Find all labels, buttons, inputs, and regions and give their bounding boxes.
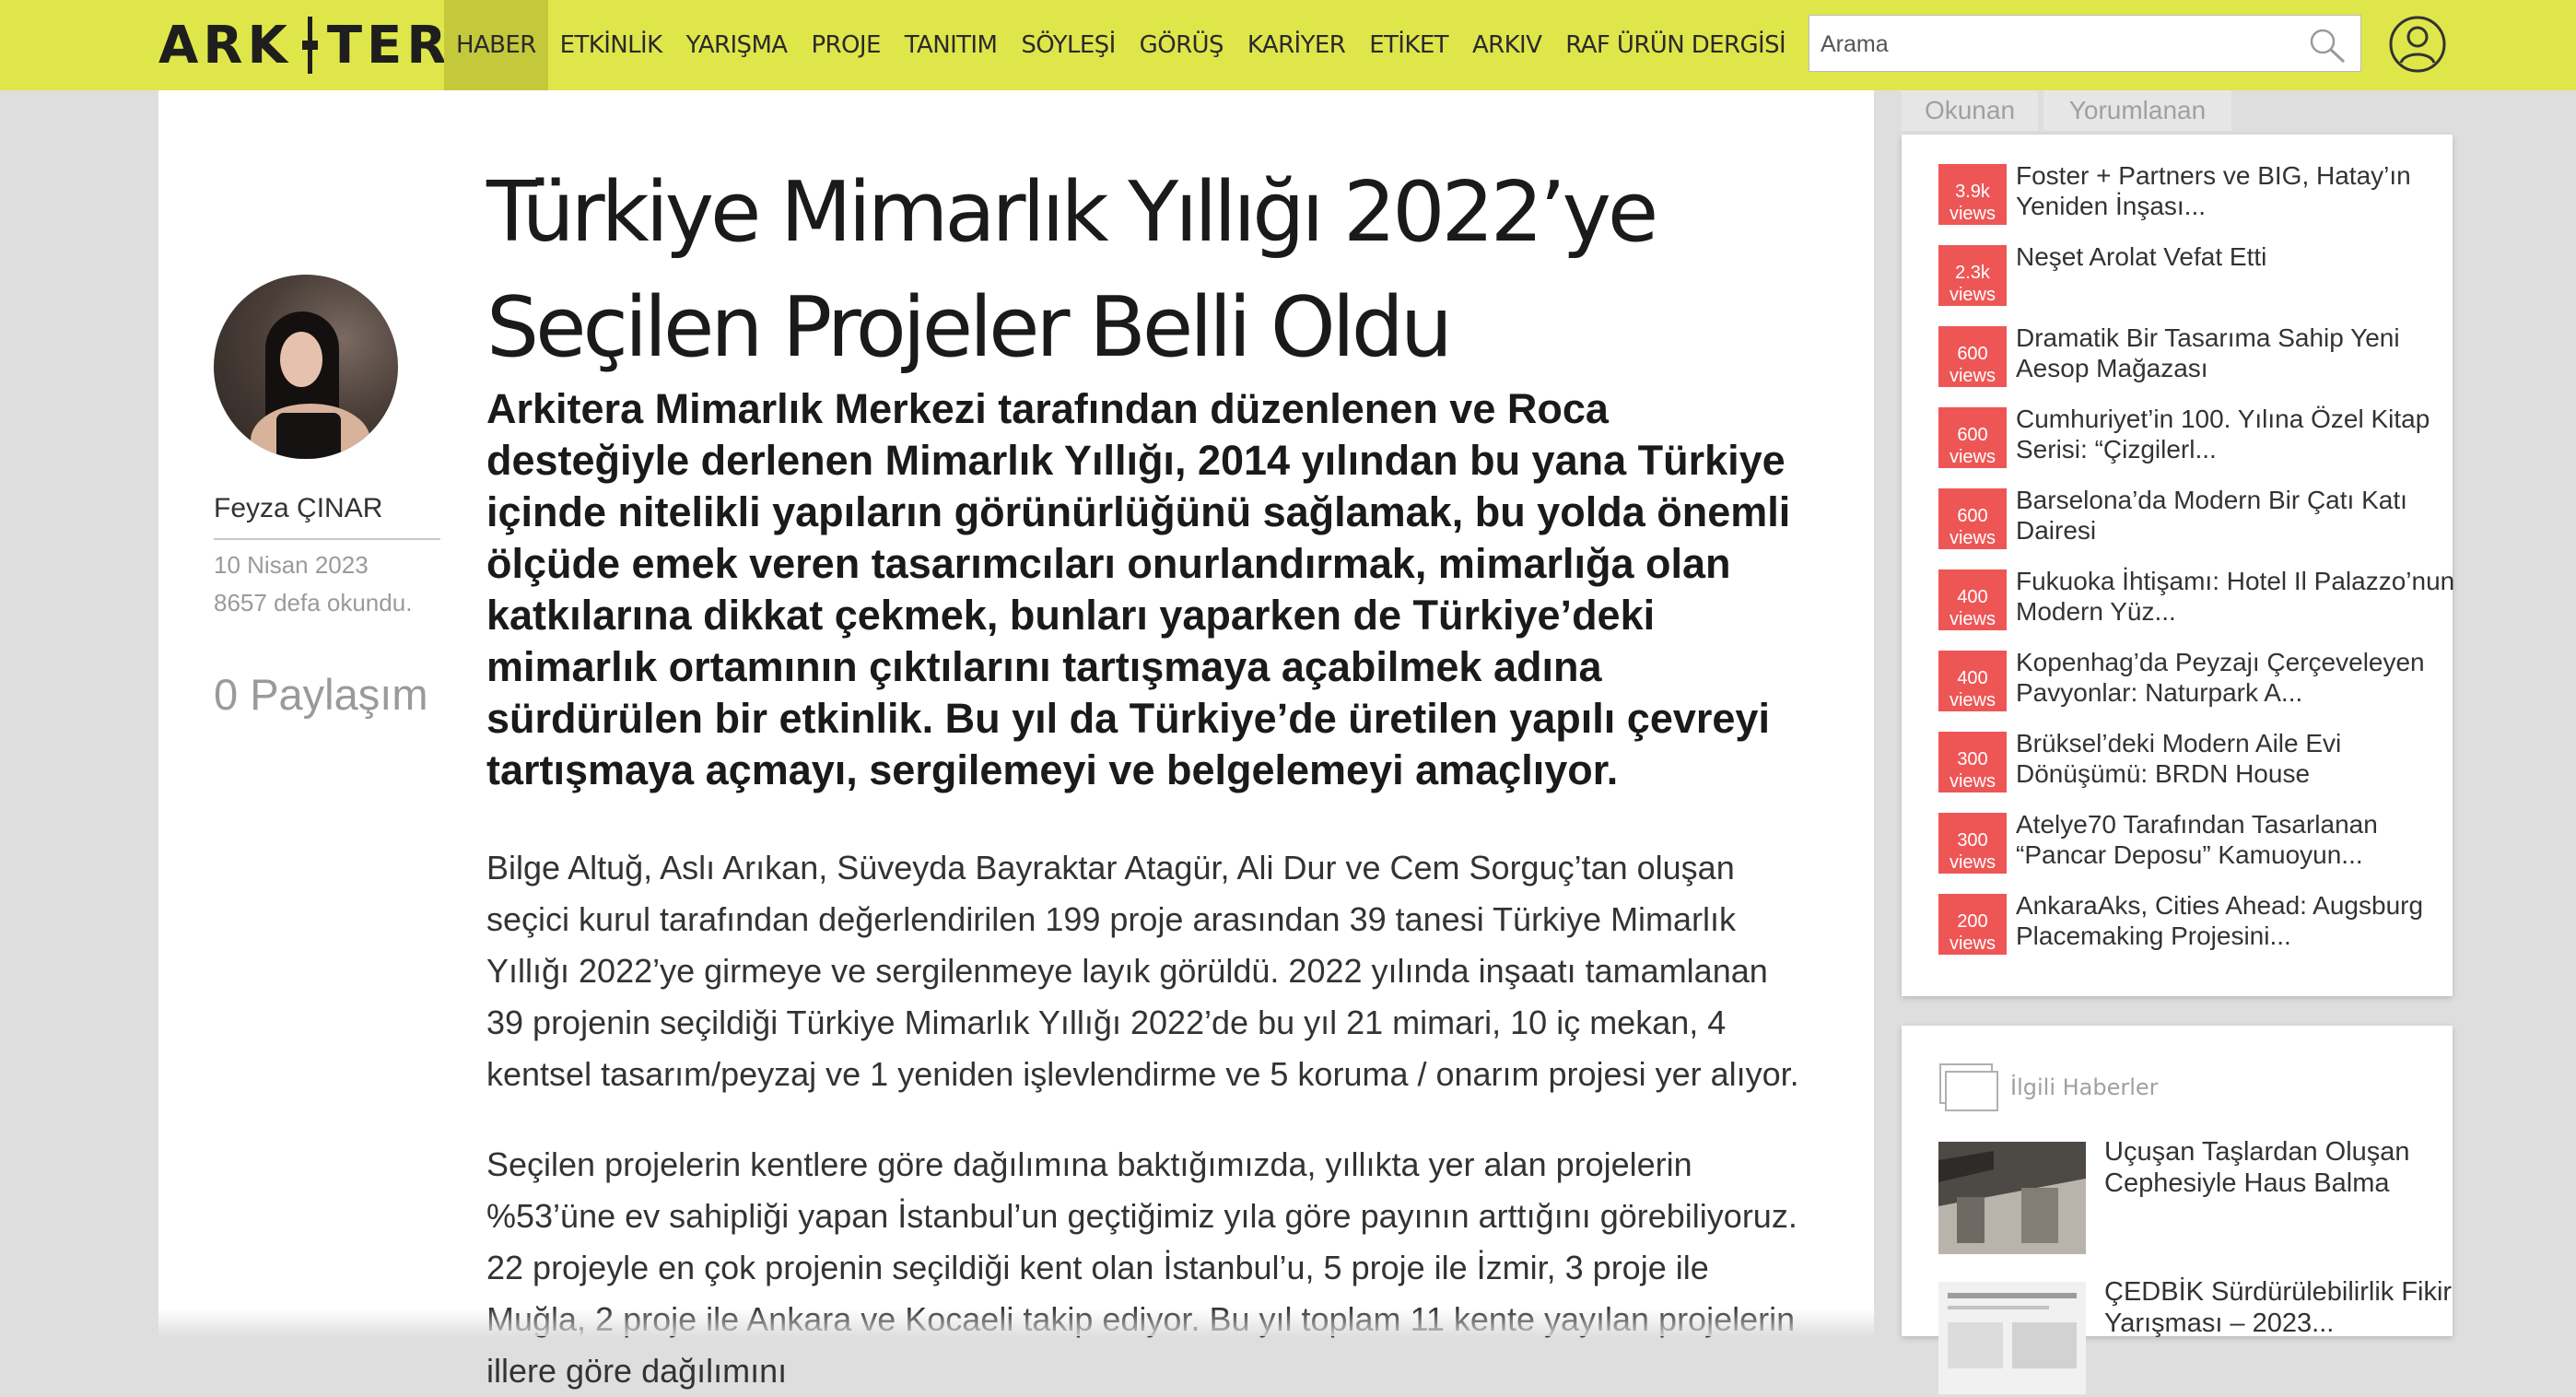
views-badge: 600 views [1938,407,2007,468]
tab-yorumlanan[interactable]: Yorumlanan [2043,90,2231,131]
article-container: Feyza ÇINAR 10 Nisan 2023 8657 defa okun… [158,90,1874,1390]
related-item[interactable]: ÇEDBİK Sürdürülebilirlik Fikir Yarışması… [1938,1277,2454,1394]
popular-item[interactable]: 600 views Dramatik Bir Tasarıma Sahip Yen… [1938,323,2454,387]
popular-item-title: AnkaraAks, Cities Ahead: Augsburg Placem… [2016,891,2424,950]
popular-item[interactable]: 200 views AnkaraAks, Cities Ahead: Augsbu… [1938,891,2454,955]
popular-item-title: Atelye70 Tarafından Tasarlanan “Pancar D… [2016,810,2378,869]
article-lead: Arkitera Mimarlık Merkezi tarafından düz… [486,385,1791,793]
popular-item[interactable]: 600 views Barselona’da Modern Bir Çatı Ka… [1938,486,2454,549]
views-badge: 2.3k views [1938,245,2007,306]
views-badge: 300 views [1938,732,2007,792]
related-item[interactable]: Uçuşan Taşlardan Oluşan Cephesiyle Haus … [1938,1137,2454,1254]
search-icon[interactable] [2307,27,2348,64]
views-badge: 600 views [1938,488,2007,549]
related-thumbnail [1938,1142,2086,1254]
tab-okunan[interactable]: Okunan [1902,90,2038,131]
nav-item-gorus[interactable]: GÖRÜŞ [1128,0,1235,90]
popular-item-title: Brüksel’deki Modern Aile Evi Dönüşümü: B… [2016,729,2342,788]
popular-item[interactable]: 300 views Brüksel’deki Modern Aile Evi Dö… [1938,729,2454,792]
search-box [1809,15,2361,73]
top-navigation-bar: ARK TERA HABER ETKİNLİK YARIŞMA PROJE TA… [0,0,2576,90]
related-news-title: İlgili Haberler [2010,1074,2159,1100]
nav-item-etiket[interactable]: ETİKET [1357,0,1460,90]
article-paragraph: Seçilen projelerin kentlere göre dağılım… [486,1145,1797,1390]
nav-item-tanitim[interactable]: TANITIM [893,0,1010,90]
popular-item[interactable]: 2.3k views Neşet Arolat Vefat Etti [1938,242,2454,306]
related-item-title: Uçuşan Taşlardan Oluşan Cephesiyle Haus … [2104,1137,2410,1198]
gallery-icon [1939,1063,1998,1111]
views-badge: 600 views [1938,326,2007,387]
user-icon[interactable] [2388,15,2447,74]
popular-panel: 3.9k views Foster + Partners ve BIG, Hata… [1902,135,2454,996]
views-badge: 400 views [1938,651,2007,711]
share-count[interactable]: 0 Paylaşım [214,669,427,720]
author-divider [214,538,440,540]
article-title: Türkiye Mimarlık Yıllığı 2022’ye Seçilen… [486,164,1658,376]
popular-item-title: Neşet Arolat Vefat Etti [2016,242,2267,271]
nav-item-raf-urun-dergisi[interactable]: RAF ÜRÜN DERGİSİ [1553,0,1797,90]
nav-item-proje[interactable]: PROJE [799,0,892,90]
popular-item-title: Barselona’da Modern Bir Çatı Katı Daires… [2016,486,2407,545]
publish-date: 10 Nisan 2023 [214,551,369,579]
author-avatar[interactable] [214,275,398,459]
popular-item-title: Fukuoka İhtişamı: Hotel Il Palazzo’nun M… [2016,567,2455,626]
popular-item[interactable]: 400 views Kopenhag’da Peyzajı Çerçeveleye… [1938,648,2454,711]
views-badge: 400 views [1938,569,2007,630]
popular-item[interactable]: 3.9k views Foster + Partners ve BIG, Hata… [1938,161,2454,225]
popular-item-title: Dramatik Bir Tasarıma Sahip Yeni Aesop M… [2016,323,2400,382]
logo-text-left: ARK [158,15,292,76]
nav-item-haber[interactable]: HABER [444,0,548,90]
views-badge: 3.9k views [1938,164,2007,225]
views-badge: 300 views [1938,813,2007,874]
related-thumbnail [1938,1282,2086,1394]
author-name[interactable]: Feyza ÇINAR [214,493,382,524]
logo-mark [298,17,322,74]
nav-item-soylesi[interactable]: SÖYLEŞİ [1009,0,1127,90]
main-nav: HABER ETKİNLİK YARIŞMA PROJE TANITIM SÖY… [444,0,1797,90]
nav-item-yarisma[interactable]: YARIŞMA [674,0,800,90]
popular-item-title: Cumhuriyet’in 100. Yılına Özel Kitap Ser… [2016,405,2430,464]
related-news-panel: İlgili Haberler Uçuşan Taşlardan Oluşan … [1902,1026,2454,1394]
popular-item[interactable]: 400 views Fukuoka İhtişamı: Hotel Il Pala… [1938,567,2454,630]
article-paragraph: Bilge Altuğ, Aslı Arıkan, Süveyda Bayrak… [486,849,1799,1093]
read-count: 8657 defa okundu. [214,589,413,616]
search-input[interactable] [1819,16,2283,73]
related-news-header: İlgili Haberler [1938,1062,2159,1112]
nav-item-arkiv[interactable]: ARKIV [1460,0,1553,90]
popular-item[interactable]: 300 views Atelye70 Tarafından Tasarlanan … [1938,810,2454,874]
views-badge: 200 views [1938,894,2007,955]
related-item-title: ÇEDBİK Sürdürülebilirlik Fikir Yarışması… [2104,1277,2453,1338]
popular-item-title: Kopenhag’da Peyzajı Çerçeveleyen Pavyonl… [2016,648,2425,707]
popular-item-title: Foster + Partners ve BIG, Hatay’ın Yenid… [2016,161,2411,220]
nav-item-kariyer[interactable]: KARİYER [1235,0,1357,90]
nav-item-etkinlik[interactable]: ETKİNLİK [548,0,674,90]
popular-item[interactable]: 600 views Cumhuriyet’in 100. Yılına Özel … [1938,405,2454,468]
